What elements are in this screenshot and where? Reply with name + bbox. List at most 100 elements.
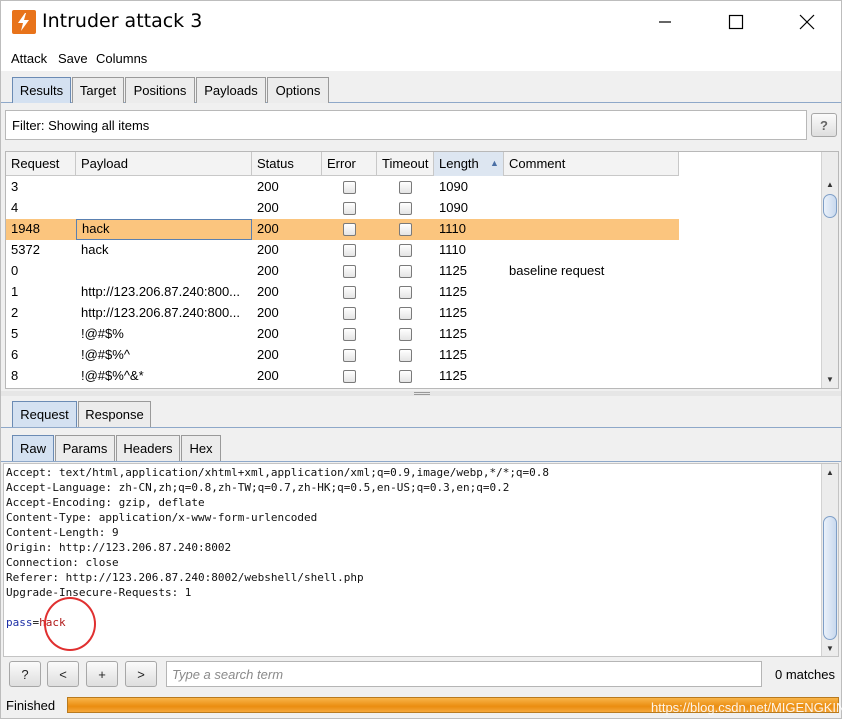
tab-raw[interactable]: Raw	[12, 435, 54, 461]
pane-splitter[interactable]	[1, 391, 841, 396]
timeout-checkbox[interactable]	[399, 307, 412, 320]
error-checkbox[interactable]	[343, 223, 356, 236]
detail-tabs: Request Response	[1, 398, 841, 428]
timeout-checkbox[interactable]	[399, 349, 412, 362]
column-header-status[interactable]: Status	[252, 152, 322, 176]
filter-bar[interactable]: Filter: Showing all items	[5, 110, 807, 140]
table-row[interactable]: 2 http://123.206.87.240:800... 200 1125	[6, 303, 679, 324]
cell-status: 200	[257, 368, 279, 383]
tab-options[interactable]: Options	[267, 77, 329, 103]
sort-ascending-icon: ▲	[490, 158, 499, 168]
results-scrollbar[interactable]: ▲ ▼	[821, 152, 838, 388]
error-checkbox[interactable]	[343, 370, 356, 383]
column-header-length[interactable]: Length ▲	[434, 152, 504, 176]
timeout-checkbox[interactable]	[399, 328, 412, 341]
filter-help-button[interactable]: ?	[811, 113, 837, 137]
splitter-grip-icon	[414, 392, 430, 395]
cell-request: 5372	[11, 242, 40, 257]
cell-comment	[504, 219, 679, 240]
table-row[interactable]: 1948 hack 200 1110	[6, 219, 679, 240]
add-match-button[interactable]: +	[86, 661, 118, 687]
timeout-checkbox[interactable]	[399, 181, 412, 194]
param-name: pass	[6, 616, 33, 629]
cell-length: 1110	[439, 221, 466, 236]
scroll-down-icon[interactable]: ▼	[822, 640, 838, 656]
cell-request: 5	[11, 326, 19, 341]
cell-payload	[76, 198, 252, 219]
timeout-checkbox[interactable]	[399, 223, 412, 236]
cell-request: 4	[11, 200, 19, 215]
next-match-button[interactable]: >	[125, 661, 157, 687]
minimize-button[interactable]	[642, 1, 688, 45]
timeout-checkbox[interactable]	[399, 202, 412, 215]
request-editor[interactable]: Accept: text/html,application/xhtml+xml,…	[3, 463, 839, 657]
error-checkbox[interactable]	[343, 286, 356, 299]
error-checkbox[interactable]	[343, 349, 356, 362]
column-header-request[interactable]: Request	[6, 152, 76, 176]
scroll-up-icon[interactable]: ▲	[822, 176, 838, 192]
column-header-payload[interactable]: Payload	[76, 152, 252, 176]
table-row[interactable]: 1 http://123.206.87.240:800... 200 1125	[6, 282, 679, 303]
error-checkbox[interactable]	[343, 202, 356, 215]
table-row[interactable]: 4 200 1090	[6, 198, 679, 219]
menu-bar: Attack Save Columns	[1, 45, 841, 71]
search-bar: ? < + > 0 matches	[1, 657, 841, 693]
table-row[interactable]: 5372 hack 200 1110	[6, 240, 679, 261]
tab-params[interactable]: Params	[55, 435, 115, 461]
cell-status: 200	[257, 284, 279, 299]
maximize-button[interactable]	[713, 1, 759, 45]
editor-scrollbar[interactable]: ▲ ▼	[821, 464, 838, 656]
cell-payload: !@#$%^	[81, 347, 130, 362]
timeout-checkbox[interactable]	[399, 244, 412, 257]
error-checkbox[interactable]	[343, 265, 356, 278]
search-input[interactable]	[166, 661, 762, 687]
scroll-down-icon[interactable]: ▼	[822, 371, 838, 387]
search-help-button[interactable]: ?	[9, 661, 41, 687]
table-row[interactable]: 3 200 1090	[6, 177, 679, 198]
cell-length: 1090	[439, 179, 468, 194]
previous-match-button[interactable]: <	[47, 661, 79, 687]
request-line: Upgrade-Insecure-Requests: 1	[6, 586, 192, 599]
burp-lightning-icon	[12, 10, 36, 34]
column-header-timeout[interactable]: Timeout	[377, 152, 434, 176]
tab-target[interactable]: Target	[72, 77, 124, 103]
close-button[interactable]	[784, 1, 830, 45]
error-checkbox[interactable]	[343, 181, 356, 194]
column-header-error[interactable]: Error	[322, 152, 377, 176]
table-row[interactable]: 8 !@#$%^&* 200 1125	[6, 366, 679, 387]
menu-save[interactable]: Save	[58, 51, 88, 66]
cell-request: 6	[11, 347, 19, 362]
results-table: Request Payload Status Error Timeout Len…	[5, 151, 839, 389]
scroll-thumb[interactable]	[823, 194, 837, 218]
tab-results[interactable]: Results	[12, 77, 71, 103]
tab-positions[interactable]: Positions	[125, 77, 195, 103]
request-line: Accept-Encoding: gzip, deflate	[6, 496, 205, 509]
menu-attack[interactable]: Attack	[11, 51, 47, 66]
timeout-checkbox[interactable]	[399, 370, 412, 383]
cell-payload: !@#$%^&*	[81, 368, 144, 383]
tab-headers[interactable]: Headers	[116, 435, 180, 461]
error-checkbox[interactable]	[343, 328, 356, 341]
tab-hex[interactable]: Hex	[181, 435, 221, 461]
table-row[interactable]: 6 !@#$%^ 200 1125	[6, 345, 679, 366]
error-checkbox[interactable]	[343, 307, 356, 320]
table-row[interactable]: 0 200 1125 baseline request	[6, 261, 679, 282]
tab-response[interactable]: Response	[78, 401, 151, 427]
cell-length: 1125	[439, 368, 467, 383]
error-checkbox[interactable]	[343, 244, 356, 257]
cell-request: 1	[11, 284, 19, 299]
cell-comment	[504, 345, 679, 366]
cell-status: 200	[257, 305, 279, 320]
timeout-checkbox[interactable]	[399, 265, 412, 278]
tab-payloads[interactable]: Payloads	[196, 77, 266, 103]
column-header-comment[interactable]: Comment	[504, 152, 679, 176]
request-line: Content-Type: application/x-www-form-url…	[6, 511, 318, 524]
scroll-thumb[interactable]	[823, 516, 837, 640]
cell-length: 1110	[439, 242, 466, 257]
scroll-up-icon[interactable]: ▲	[822, 464, 838, 480]
timeout-checkbox[interactable]	[399, 286, 412, 299]
filter-label: Filter: Showing all items	[12, 118, 150, 133]
tab-request[interactable]: Request	[12, 401, 77, 427]
table-row[interactable]: 5 !@#$% 200 1125	[6, 324, 679, 345]
menu-columns[interactable]: Columns	[96, 51, 147, 66]
